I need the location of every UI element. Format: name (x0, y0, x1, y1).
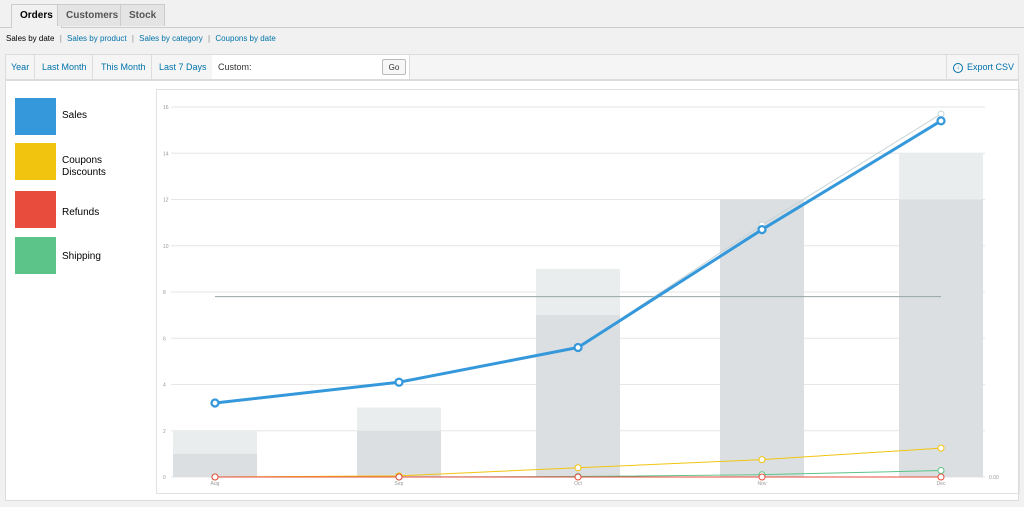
x-tick-label: Sep (395, 481, 404, 487)
series-sales-point (573, 342, 583, 353)
legend-swatch (15, 143, 56, 180)
link-separator: | (208, 34, 211, 43)
y-tick-label: 0 (163, 475, 166, 481)
link-sales-by-category[interactable]: Sales by category (139, 34, 203, 43)
series-coupons-discounts-point (937, 444, 945, 452)
bar-inner (899, 199, 983, 477)
series-refunds-point (758, 473, 766, 481)
bar-inner (536, 315, 620, 477)
sales-chart: 0 2 4 6 8 10 12 14 16 Aug Sep Oct Nov Dec 0.00 (156, 89, 1020, 494)
legend-swatch (15, 191, 56, 228)
custom-range: Custom: Go (212, 55, 410, 79)
series-refunds-point (211, 473, 219, 481)
range-last-7-days[interactable]: Last 7 Days (154, 55, 213, 79)
y-tick-label: 16 (163, 105, 169, 111)
x-tick-label: Aug (211, 481, 220, 487)
report-panel: Sales Coupons Discounts Refunds Shipping… (5, 80, 1020, 501)
tab-stock[interactable]: Stock (120, 4, 166, 26)
y-tick-label: 8 (163, 290, 166, 296)
link-coupons-by-date[interactable]: Coupons by date (215, 34, 276, 43)
tab-customers[interactable]: Customers (57, 4, 128, 26)
ghost-series-point (937, 110, 945, 118)
chart-svg: 0 2 4 6 8 10 12 14 16 Aug Sep Oct Nov Dec 0.00 (163, 105, 999, 487)
tab-orders[interactable]: Orders (11, 4, 62, 28)
series-coupons-discounts-point (758, 456, 766, 464)
y-tick-label: 2 (163, 429, 166, 435)
go-button[interactable]: Go (382, 59, 406, 75)
series-refunds-point (395, 473, 403, 481)
custom-label: Custom: (218, 62, 252, 72)
legend-label: Coupons Discounts (62, 155, 106, 178)
range-last-month[interactable]: Last Month (37, 55, 93, 79)
link-separator: | (131, 34, 134, 43)
series-sales-point (757, 224, 767, 235)
export-label: Export CSV (966, 62, 1014, 72)
legend-label: Sales (62, 110, 88, 121)
report-links: Sales by date | Sales by product | Sales… (6, 34, 276, 43)
bar-inner (720, 199, 804, 477)
series-refunds-point (937, 473, 945, 481)
x-tick-label: Dec (937, 481, 946, 487)
x-tick-label: Nov (758, 481, 767, 487)
export-csv-button[interactable]: ↓ Export CSV (945, 55, 1018, 79)
download-icon: ↓ (952, 62, 963, 73)
series-sales-point (394, 377, 404, 387)
bar-inner (357, 430, 441, 477)
link-sales-by-product[interactable]: Sales by product (67, 34, 127, 43)
report-tabs: Orders Customers Stock (0, 0, 1024, 28)
date-range-bar: Year Last Month This Month Last 7 Days C… (5, 54, 1019, 80)
legend-swatch (15, 237, 56, 274)
y-tick-label: 6 (163, 336, 166, 342)
legend-label: Refunds (62, 207, 100, 218)
series-shipping-point (937, 467, 945, 475)
x-tick-label: Oct (574, 481, 582, 487)
legend-label: Shipping (62, 251, 101, 262)
range-year[interactable]: Year (6, 55, 36, 79)
right-axis-label: 0.00 (989, 475, 999, 481)
y-tick-label: 4 (163, 383, 166, 389)
range-this-month[interactable]: This Month (96, 55, 152, 79)
link-sales-by-date[interactable]: Sales by date (6, 34, 54, 43)
series-sales-point (936, 116, 946, 126)
legend-swatch (15, 98, 56, 135)
series-refunds-point (574, 473, 582, 481)
series-coupons-discounts-point (574, 464, 582, 472)
link-separator: | (59, 34, 62, 43)
y-tick-label: 10 (163, 244, 169, 250)
y-tick-label: 14 (163, 151, 169, 157)
y-tick-label: 12 (163, 198, 169, 204)
series-sales-point (210, 398, 220, 408)
